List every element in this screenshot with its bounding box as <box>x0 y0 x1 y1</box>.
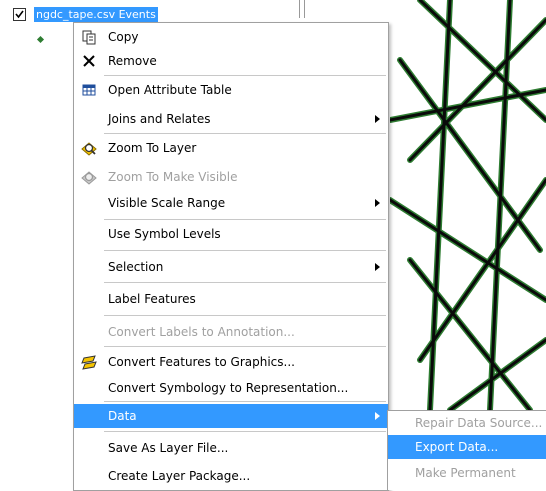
copy-icon <box>82 30 96 45</box>
layer-visibility-checkbox[interactable] <box>13 8 26 21</box>
menu-separator <box>104 75 386 76</box>
menu-item-zoom-to-make-visible[interactable]: Zoom To Make Visible <box>74 165 388 189</box>
zoom-to-layer-icon <box>81 142 97 156</box>
menu-separator <box>104 219 386 220</box>
submenu-item-make-permanent[interactable]: Make Permanent <box>388 461 546 485</box>
menu-item-data[interactable]: Data <box>74 404 388 428</box>
menu-item-zoom-to-layer[interactable]: Zoom To Layer <box>74 136 388 160</box>
menu-item-save-as-layer-file[interactable]: Save As Layer File... <box>74 436 388 460</box>
menu-item-copy[interactable]: Copy <box>74 25 388 49</box>
menu-separator <box>104 282 386 283</box>
submenu-arrow-icon <box>375 115 380 123</box>
menu-item-create-layer-package[interactable]: Create Layer Package... <box>74 464 388 488</box>
menu-item-open-attribute-table[interactable]: Open Attribute Table <box>74 78 388 102</box>
layer-context-menu: Copy Remove Open Attribute Table Joins a… <box>73 22 389 491</box>
menu-separator <box>104 250 386 251</box>
menu-item-convert-symbology-to-representation[interactable]: Convert Symbology to Representation... <box>74 376 388 400</box>
menu-separator <box>104 401 386 402</box>
menu-item-convert-features-to-graphics[interactable]: Convert Features to Graphics... <box>74 350 388 374</box>
menu-item-convert-labels-to-annotation[interactable]: Convert Labels to Annotation... <box>74 320 388 344</box>
zoom-to-visible-icon <box>81 171 97 185</box>
close-icon <box>83 55 95 67</box>
menu-separator <box>104 133 386 134</box>
convert-graphics-icon <box>81 355 97 370</box>
submenu-item-repair-data-source[interactable]: Repair Data Source... <box>388 411 546 435</box>
menu-item-selection[interactable]: Selection <box>74 255 388 279</box>
menu-separator <box>104 346 386 347</box>
submenu-arrow-icon <box>375 263 380 271</box>
pane-splitter[interactable] <box>299 0 305 18</box>
map-view[interactable] <box>390 0 546 410</box>
map-tracks <box>390 0 546 410</box>
submenu-arrow-icon <box>375 199 380 207</box>
menu-item-label-features[interactable]: Label Features <box>74 287 388 311</box>
data-submenu: Repair Data Source... Export Data... Mak… <box>387 410 546 490</box>
checkmark-icon <box>15 10 24 19</box>
menu-item-visible-scale-range[interactable]: Visible Scale Range <box>74 191 388 215</box>
point-symbol-icon <box>36 35 45 44</box>
menu-item-remove[interactable]: Remove <box>74 49 388 73</box>
submenu-item-export-data[interactable]: Export Data... <box>388 435 546 459</box>
menu-separator <box>104 431 386 432</box>
menu-item-joins-and-relates[interactable]: Joins and Relates <box>74 107 388 131</box>
toc-layer-name[interactable]: ngdc_tape.csv Events <box>34 7 158 22</box>
menu-item-use-symbol-levels[interactable]: Use Symbol Levels <box>74 222 388 246</box>
submenu-arrow-icon <box>375 412 380 420</box>
table-icon <box>82 84 96 96</box>
menu-separator <box>104 315 386 316</box>
